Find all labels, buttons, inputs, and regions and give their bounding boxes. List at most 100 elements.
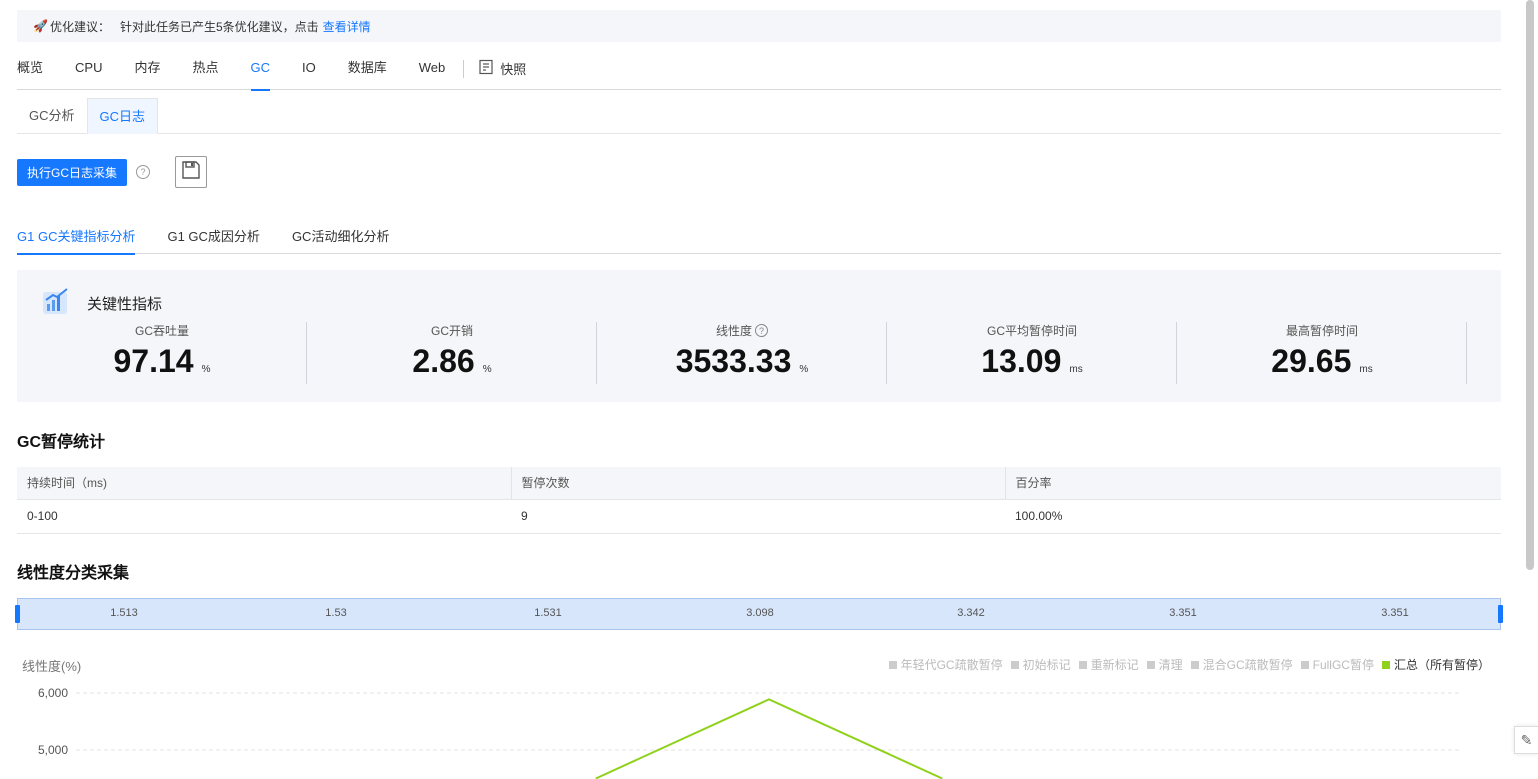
tab-gc-analysis[interactable]: GC分析: [17, 98, 87, 134]
metric-max-pause: 最高暂停时间 29.65 ms: [1177, 322, 1467, 384]
legend-label: FullGC暂停: [1312, 658, 1374, 672]
snapshot-tab[interactable]: 快照: [478, 59, 526, 78]
view-details-link[interactable]: 查看详情: [323, 18, 371, 35]
save-button[interactable]: [175, 156, 207, 188]
metric-unit: %: [482, 364, 492, 375]
column-header: 持续时间（ms): [17, 467, 511, 500]
range-tick-label: 3.342: [957, 607, 985, 619]
metric-unit: ms: [1359, 364, 1373, 375]
range-handle-right[interactable]: [1498, 605, 1503, 623]
table-cell: 9: [511, 499, 1005, 534]
legend-label: 年轻代GC疏散暂停: [900, 658, 1003, 672]
legend-item[interactable]: FullGC暂停: [1300, 656, 1374, 673]
legend-item[interactable]: 重新标记: [1078, 656, 1139, 673]
series-line: [595, 698, 943, 779]
metric-label: GC开销: [430, 324, 473, 338]
metric-unit: ms: [1069, 364, 1083, 375]
key-metrics-panel: 关键性指标 GC吞吐量 97.14% GC开销 2.86% 线性度? 3533.…: [17, 270, 1501, 402]
table-cell: 100.00%: [1005, 499, 1501, 534]
metric-divider: [1466, 322, 1467, 384]
tab-database[interactable]: 数据库: [348, 48, 387, 90]
pause-stats-title: GC暂停统计: [17, 434, 106, 451]
linearity-title: 线性度分类采集: [17, 565, 130, 582]
page: 🚀 优化建议： 针对此任务已产生5条优化建议，点击 查看详情 概览 CPU 内存…: [0, 0, 1538, 779]
metric-label: GC吞吐量: [134, 324, 189, 338]
tab-io[interactable]: IO: [302, 48, 316, 90]
legend-item[interactable]: 初始标记: [1010, 656, 1071, 673]
legend-swatch: [888, 660, 897, 669]
table-row: 0-100 9 100.00%: [17, 499, 1501, 534]
legend-item[interactable]: 混合GC疏散暂停: [1190, 656, 1293, 673]
gc-card-tabs: GC分析 GC日志: [17, 98, 1501, 134]
chart-legend: 年轻代GC疏散暂停 初始标记 重新标记 清理 混合GC疏散暂停 FullGC暂停…: [888, 656, 1490, 673]
snapshot-icon: [478, 59, 494, 78]
pause-stats-table: 持续时间（ms) 暂停次数 百分率 0-100 9 100.00%: [17, 467, 1501, 534]
metric-value: 97.14: [113, 343, 194, 379]
range-slider[interactable]: 1.513 1.53 1.531 3.098 3.342 3.351 3.351: [15, 598, 1503, 630]
legend-swatch: [1010, 660, 1019, 669]
legend-label: 初始标记: [1022, 658, 1071, 672]
tab-hotspot[interactable]: 热点: [192, 48, 218, 90]
tab-cpu[interactable]: CPU: [75, 48, 102, 90]
help-icon[interactable]: ?: [136, 165, 150, 179]
tab-web[interactable]: Web: [419, 48, 446, 90]
legend-label: 清理: [1158, 658, 1183, 672]
tab-gc-activity[interactable]: GC活动细化分析: [292, 222, 390, 254]
help-icon[interactable]: ?: [755, 324, 768, 337]
legend-swatch: [1078, 660, 1087, 669]
banner-title: 优化建议：: [49, 19, 110, 34]
tab-gc-log[interactable]: GC日志: [86, 98, 159, 134]
vertical-scrollbar[interactable]: [1526, 0, 1534, 570]
metric-value: 29.65: [1271, 343, 1352, 379]
run-gc-log-collection-button[interactable]: 执行GC日志采集: [17, 159, 127, 186]
tab-separator: [463, 59, 465, 78]
legend-label: 重新标记: [1090, 658, 1139, 672]
legend-item[interactable]: 汇总（所有暂停）: [1381, 656, 1490, 673]
key-metrics-title: 关键性指标: [87, 296, 163, 313]
metric-value: 2.86: [412, 343, 475, 379]
y-tick-label: 5,000: [38, 743, 68, 757]
legend-swatch: [1300, 660, 1309, 669]
g1-analysis-tabs: G1 GC关键指标分析 G1 GC成因分析 GC活动细化分析: [17, 222, 1501, 255]
metric-label: 线性度: [715, 324, 752, 338]
edit-icon[interactable]: ✎: [1514, 726, 1538, 754]
legend-item[interactable]: 清理: [1146, 656, 1183, 673]
metric-label: GC平均暂停时间: [986, 324, 1077, 338]
metric-unit: %: [799, 364, 809, 375]
legend-label: 混合GC疏散暂停: [1202, 658, 1293, 672]
column-header: 百分率: [1004, 467, 1501, 500]
legend-label: 汇总（所有暂停）: [1393, 658, 1490, 672]
table-header-row: 持续时间（ms) 暂停次数 百分率: [17, 467, 1501, 500]
range-tick-label: 3.098: [746, 607, 774, 619]
floppy-disk-icon: [181, 160, 201, 185]
legend-swatch: [1381, 660, 1390, 669]
range-tick-label: 3.351: [1381, 607, 1409, 619]
snapshot-label: 快照: [500, 62, 527, 77]
optimization-banner: 🚀 优化建议： 针对此任务已产生5条优化建议，点击 查看详情: [17, 10, 1501, 42]
tab-overview[interactable]: 概览: [17, 48, 43, 90]
metric-avg-pause: GC平均暂停时间 13.09 ms: [887, 322, 1177, 384]
rocket-icon: 🚀: [33, 19, 48, 33]
chart-y-axis-label: 线性度(%): [22, 659, 82, 674]
metric-unit: %: [201, 364, 211, 375]
main-tabs: 概览 CPU 内存 热点 GC IO 数据库 Web 快照: [17, 48, 1501, 91]
metric-value: 13.09: [981, 343, 1062, 379]
tab-memory[interactable]: 内存: [134, 48, 160, 90]
metric-gc-overhead: GC开销 2.86%: [307, 322, 597, 384]
legend-item[interactable]: 年轻代GC疏散暂停: [888, 656, 1003, 673]
range-tick-label: 1.513: [110, 607, 138, 619]
range-tick-label: 3.351: [1169, 607, 1197, 619]
column-header: 暂停次数: [510, 467, 1005, 500]
metric-linearity: 线性度? 3533.33%: [597, 322, 887, 384]
tab-g1-key-metrics[interactable]: G1 GC关键指标分析: [17, 222, 136, 255]
tab-gc[interactable]: GC: [250, 48, 270, 91]
range-tick-label: 1.53: [325, 607, 347, 619]
range-handle-left[interactable]: [15, 605, 20, 623]
key-metrics-header: 关键性指标: [41, 286, 162, 321]
table-cell: 0-100: [17, 499, 511, 534]
legend-swatch: [1146, 660, 1155, 669]
tab-g1-cause[interactable]: G1 GC成因分析: [167, 222, 259, 254]
metric-value: 3533.33: [675, 343, 792, 379]
bar-chart-icon: [41, 286, 71, 321]
metric-label: 最高暂停时间: [1285, 324, 1358, 338]
